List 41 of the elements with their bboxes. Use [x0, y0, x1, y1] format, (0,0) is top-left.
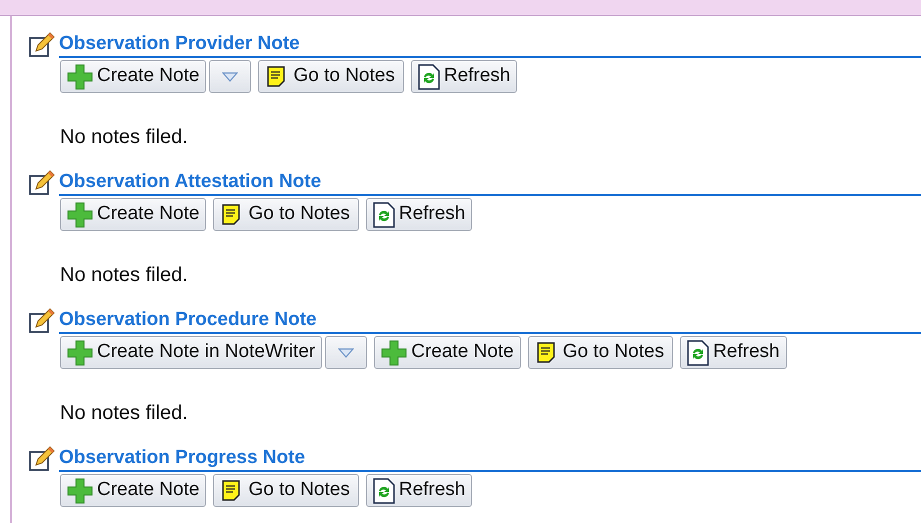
dropdown-button[interactable] [209, 60, 252, 93]
edit-note-icon [29, 32, 55, 58]
sticky-note-icon [536, 342, 555, 363]
edit-note-icon [29, 308, 55, 334]
go-to-notes-button[interactable]: Go to Notes [213, 474, 359, 507]
go-to-notes-button[interactable]: Go to Notes [213, 198, 359, 231]
refresh-page-icon [687, 340, 710, 366]
section-title: Observation Procedure Note [59, 307, 921, 334]
create-note-button[interactable]: Create Note [374, 336, 521, 369]
create-note-button[interactable]: Create Note [60, 474, 206, 507]
create-note-button[interactable]: Create Note in NoteWriter [60, 336, 322, 369]
sticky-note-icon [222, 204, 240, 225]
create-note-button[interactable]: Create Note [60, 60, 206, 93]
plus-icon [67, 64, 93, 90]
dropdown-button[interactable] [325, 336, 368, 369]
plus-icon [67, 478, 93, 504]
empty-message: No notes filed. [60, 125, 189, 149]
edit-note-icon [29, 170, 55, 196]
refresh-button[interactable]: Refresh [366, 474, 472, 507]
refresh-button[interactable]: Refresh [366, 198, 472, 231]
plus-icon [381, 340, 408, 366]
go-to-notes-button[interactable]: Go to Notes [528, 336, 674, 369]
plus-icon [67, 202, 93, 228]
section-title: Observation Provider Note [59, 31, 921, 58]
sticky-note-icon [267, 66, 286, 87]
refresh-button[interactable]: Refresh [680, 336, 787, 369]
go-to-notes-button[interactable]: Go to Notes [258, 60, 404, 93]
create-note-button[interactable]: Create Note [60, 198, 206, 231]
caret-icon [338, 348, 354, 358]
plus-icon [67, 340, 93, 366]
refresh-page-icon [418, 64, 440, 90]
caret-icon [222, 72, 238, 82]
empty-message: No notes filed. [60, 401, 189, 425]
section-title: Observation Progress Note [59, 445, 921, 472]
empty-message: No notes filed. [60, 263, 189, 287]
refresh-page-icon [372, 478, 395, 504]
sticky-note-icon [222, 480, 240, 501]
refresh-button[interactable]: Refresh [410, 60, 518, 93]
section-title: Observation Attestation Note [59, 169, 921, 196]
refresh-page-icon [372, 202, 395, 228]
edit-note-icon [29, 446, 55, 472]
